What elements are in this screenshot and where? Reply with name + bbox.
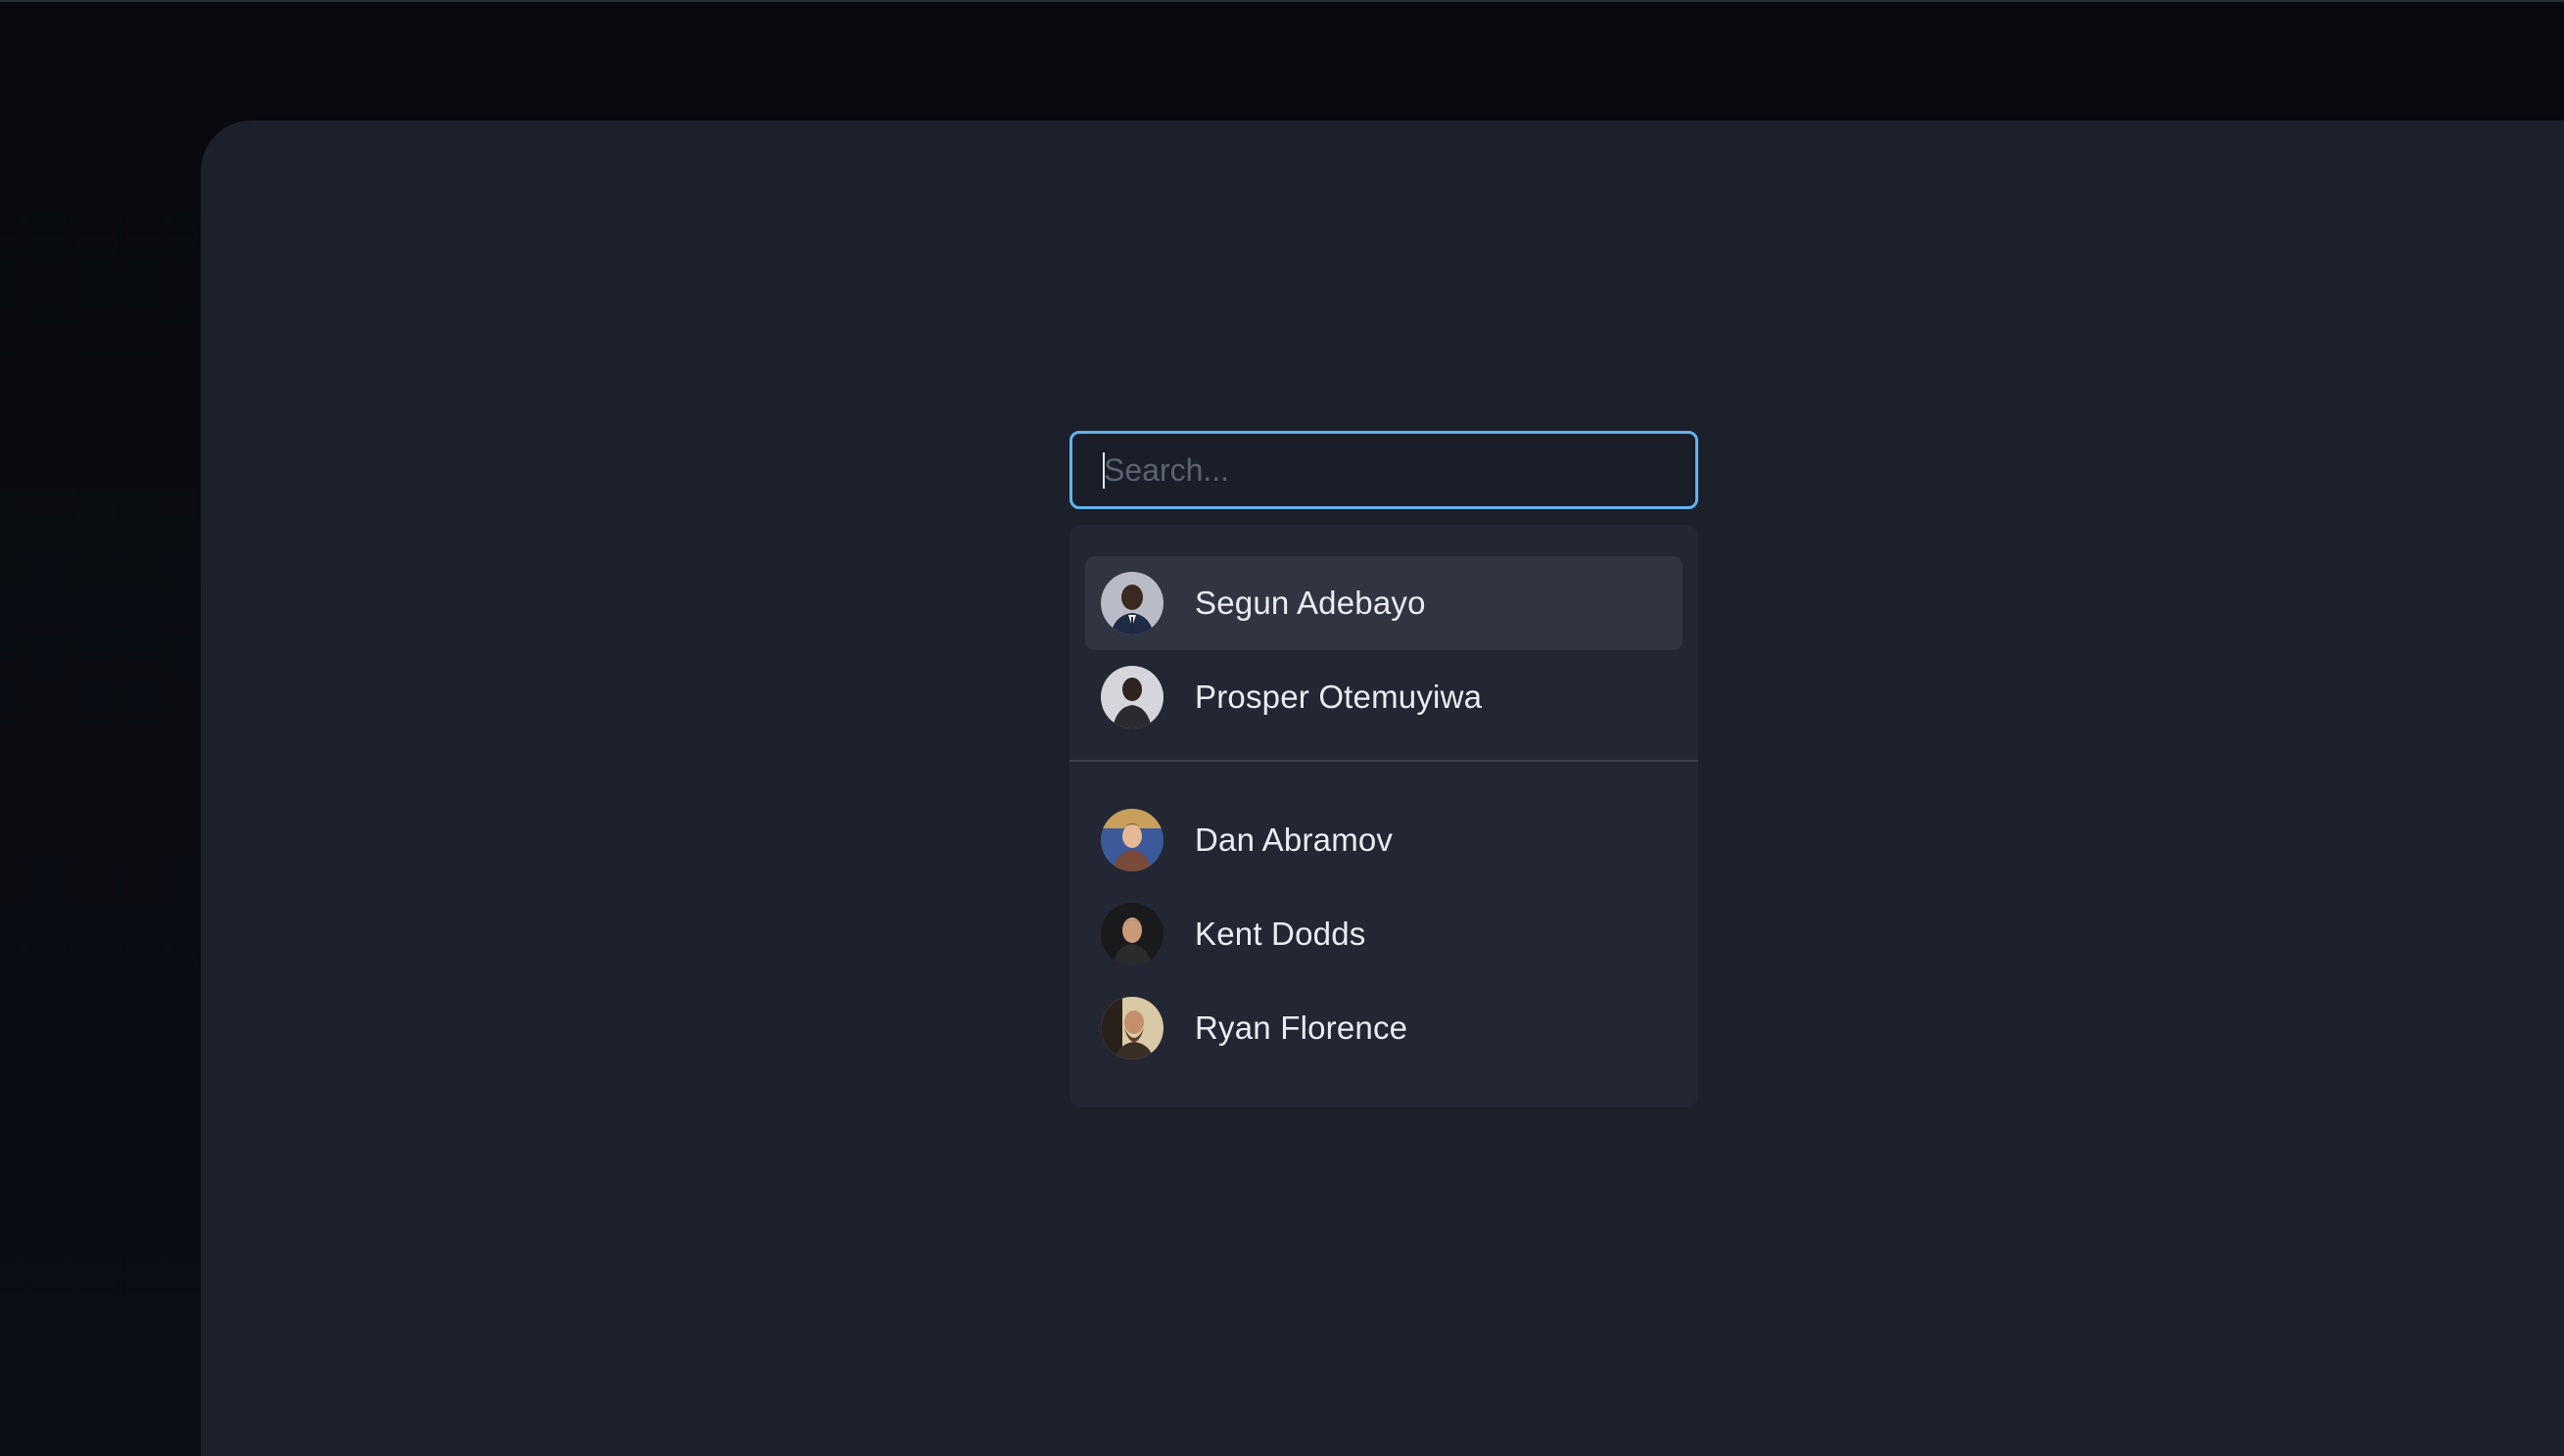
option-label: Prosper Otemuyiwa bbox=[1195, 679, 1483, 715]
text-caret bbox=[1103, 452, 1105, 489]
option-dan-abramov[interactable]: Dan Abramov bbox=[1085, 793, 1683, 887]
option-label: Dan Abramov bbox=[1195, 822, 1394, 858]
search-input[interactable] bbox=[1069, 431, 1698, 509]
option-label: Kent Dodds bbox=[1195, 916, 1366, 952]
people-combobox: Segun Adebayo Prosper Otemuyiwa bbox=[1069, 431, 1698, 1107]
option-kent-dodds[interactable]: Kent Dodds bbox=[1085, 887, 1683, 981]
options-listbox: Segun Adebayo Prosper Otemuyiwa Dan Abra… bbox=[1069, 525, 1698, 1107]
avatar bbox=[1101, 809, 1163, 871]
option-segun-adebayo[interactable]: Segun Adebayo bbox=[1085, 556, 1683, 650]
avatar bbox=[1101, 572, 1163, 634]
avatar bbox=[1101, 666, 1163, 728]
avatar bbox=[1101, 903, 1163, 965]
option-label: Segun Adebayo bbox=[1195, 585, 1426, 621]
option-ryan-florence[interactable]: Ryan Florence bbox=[1085, 981, 1683, 1075]
option-label: Ryan Florence bbox=[1195, 1010, 1408, 1046]
option-prosper-otemuyiwa[interactable]: Prosper Otemuyiwa bbox=[1085, 650, 1683, 744]
avatar bbox=[1101, 997, 1163, 1059]
group-divider bbox=[1069, 760, 1698, 762]
